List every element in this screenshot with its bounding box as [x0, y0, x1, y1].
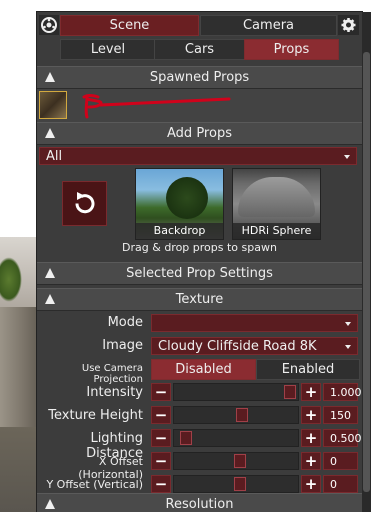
camera-projection-disabled-toggle[interactable]: Disabled	[151, 359, 256, 380]
image-dropdown[interactable]: Cloudy Cliffside Road 8K	[151, 337, 358, 355]
minus-button[interactable]: −	[151, 452, 171, 470]
image-label: Image	[102, 338, 143, 353]
param-value-field[interactable]: 0	[323, 475, 358, 493]
plus-button[interactable]: +	[301, 429, 321, 447]
red-annotation-mark	[82, 93, 231, 119]
section-title: Texture	[175, 292, 224, 307]
param-slider[interactable]	[173, 429, 299, 447]
spawned-prop-thumbnail[interactable]	[39, 91, 67, 119]
slider-knob[interactable]	[284, 385, 296, 399]
section-title: Spawned Props	[149, 70, 250, 85]
slider-knob[interactable]	[236, 408, 248, 422]
section-texture[interactable]: Texture	[37, 288, 362, 311]
tab-camera[interactable]: Camera	[200, 15, 337, 36]
minus-button[interactable]: −	[151, 475, 171, 493]
param-value-field[interactable]: 0.500	[323, 429, 362, 447]
section-resolution[interactable]: Resolution	[37, 493, 362, 512]
prop-filter-dropdown[interactable]: All	[39, 147, 357, 165]
scrollbar-thumb[interactable]	[363, 52, 370, 492]
app-logo-icon[interactable]	[39, 15, 59, 35]
image-value: Cloudy Cliffside Road 8K	[158, 339, 317, 354]
minus-button[interactable]: −	[151, 383, 171, 401]
mode-label: Mode	[107, 315, 143, 330]
tab-cars[interactable]: Cars	[154, 39, 245, 60]
chevron-down-icon	[344, 155, 350, 159]
param-label: Intensity	[86, 385, 143, 400]
sub-tab-row: Level Cars Props	[37, 38, 362, 60]
param-slider[interactable]	[173, 475, 299, 493]
slider-knob[interactable]	[180, 431, 192, 445]
minus-button[interactable]: −	[151, 429, 171, 447]
plus-button[interactable]: +	[301, 406, 321, 424]
param-value-field[interactable]: 150	[323, 406, 358, 424]
gear-icon[interactable]	[338, 15, 359, 35]
tab-props[interactable]: Props	[244, 39, 339, 60]
chevron-down-icon	[345, 345, 351, 349]
chevron-down-icon	[345, 322, 351, 326]
param-slider[interactable]	[173, 406, 299, 424]
tab-level[interactable]: Level	[60, 39, 156, 60]
section-add-props[interactable]: Add Props	[37, 122, 362, 145]
prop-item-label: Backdrop Legacy	[136, 223, 223, 239]
section-title: Resolution	[165, 497, 234, 512]
section-selected-prop-settings[interactable]: Selected Prop Settings	[37, 262, 362, 285]
param-slider[interactable]	[173, 452, 299, 470]
param-value-field[interactable]: 1.000	[323, 383, 362, 401]
minus-button[interactable]: −	[151, 406, 171, 424]
hdri-graphic	[238, 177, 315, 217]
section-spawned-props[interactable]: Spawned Props	[37, 66, 362, 89]
prop-filter-value: All	[46, 149, 63, 164]
props-panel: Scene Camera Level Cars Props Spawned Pr…	[37, 12, 362, 512]
slider-knob[interactable]	[234, 454, 246, 468]
param-slider[interactable]	[173, 383, 299, 401]
camera-projection-label: Use Camera Projection	[81, 363, 143, 385]
section-title: Selected Prop Settings	[126, 266, 273, 281]
reset-button[interactable]	[62, 181, 107, 226]
drag-drop-hint: Drag & drop props to spawn	[122, 241, 277, 254]
background-wall	[0, 307, 38, 427]
param-label: Y Offset (Vertical)	[46, 478, 143, 491]
prop-item-backdrop-legacy[interactable]: Backdrop Legacy	[135, 168, 224, 240]
param-value-field[interactable]: 0	[323, 452, 358, 470]
spawned-props-list	[37, 89, 362, 122]
camera-projection-enabled-toggle[interactable]: Enabled	[256, 359, 360, 380]
section-title: Add Props	[167, 126, 232, 141]
slider-knob[interactable]	[234, 477, 246, 491]
plus-button[interactable]: +	[301, 383, 321, 401]
reset-icon	[75, 192, 95, 214]
top-tab-row: Scene Camera	[37, 14, 362, 36]
prop-item-hdri-sphere[interactable]: HDRi Sphere	[232, 168, 321, 240]
background-photo	[0, 237, 38, 512]
background-plant	[0, 257, 22, 302]
mode-dropdown[interactable]	[151, 314, 358, 332]
plus-button[interactable]: +	[301, 452, 321, 470]
param-label: Texture Height	[48, 408, 143, 423]
panel-scrollbar[interactable]	[362, 12, 371, 512]
tree-graphic	[166, 177, 208, 219]
plus-button[interactable]: +	[301, 475, 321, 493]
tab-scene[interactable]: Scene	[60, 15, 199, 36]
prop-item-label: HDRi Sphere	[233, 223, 320, 239]
